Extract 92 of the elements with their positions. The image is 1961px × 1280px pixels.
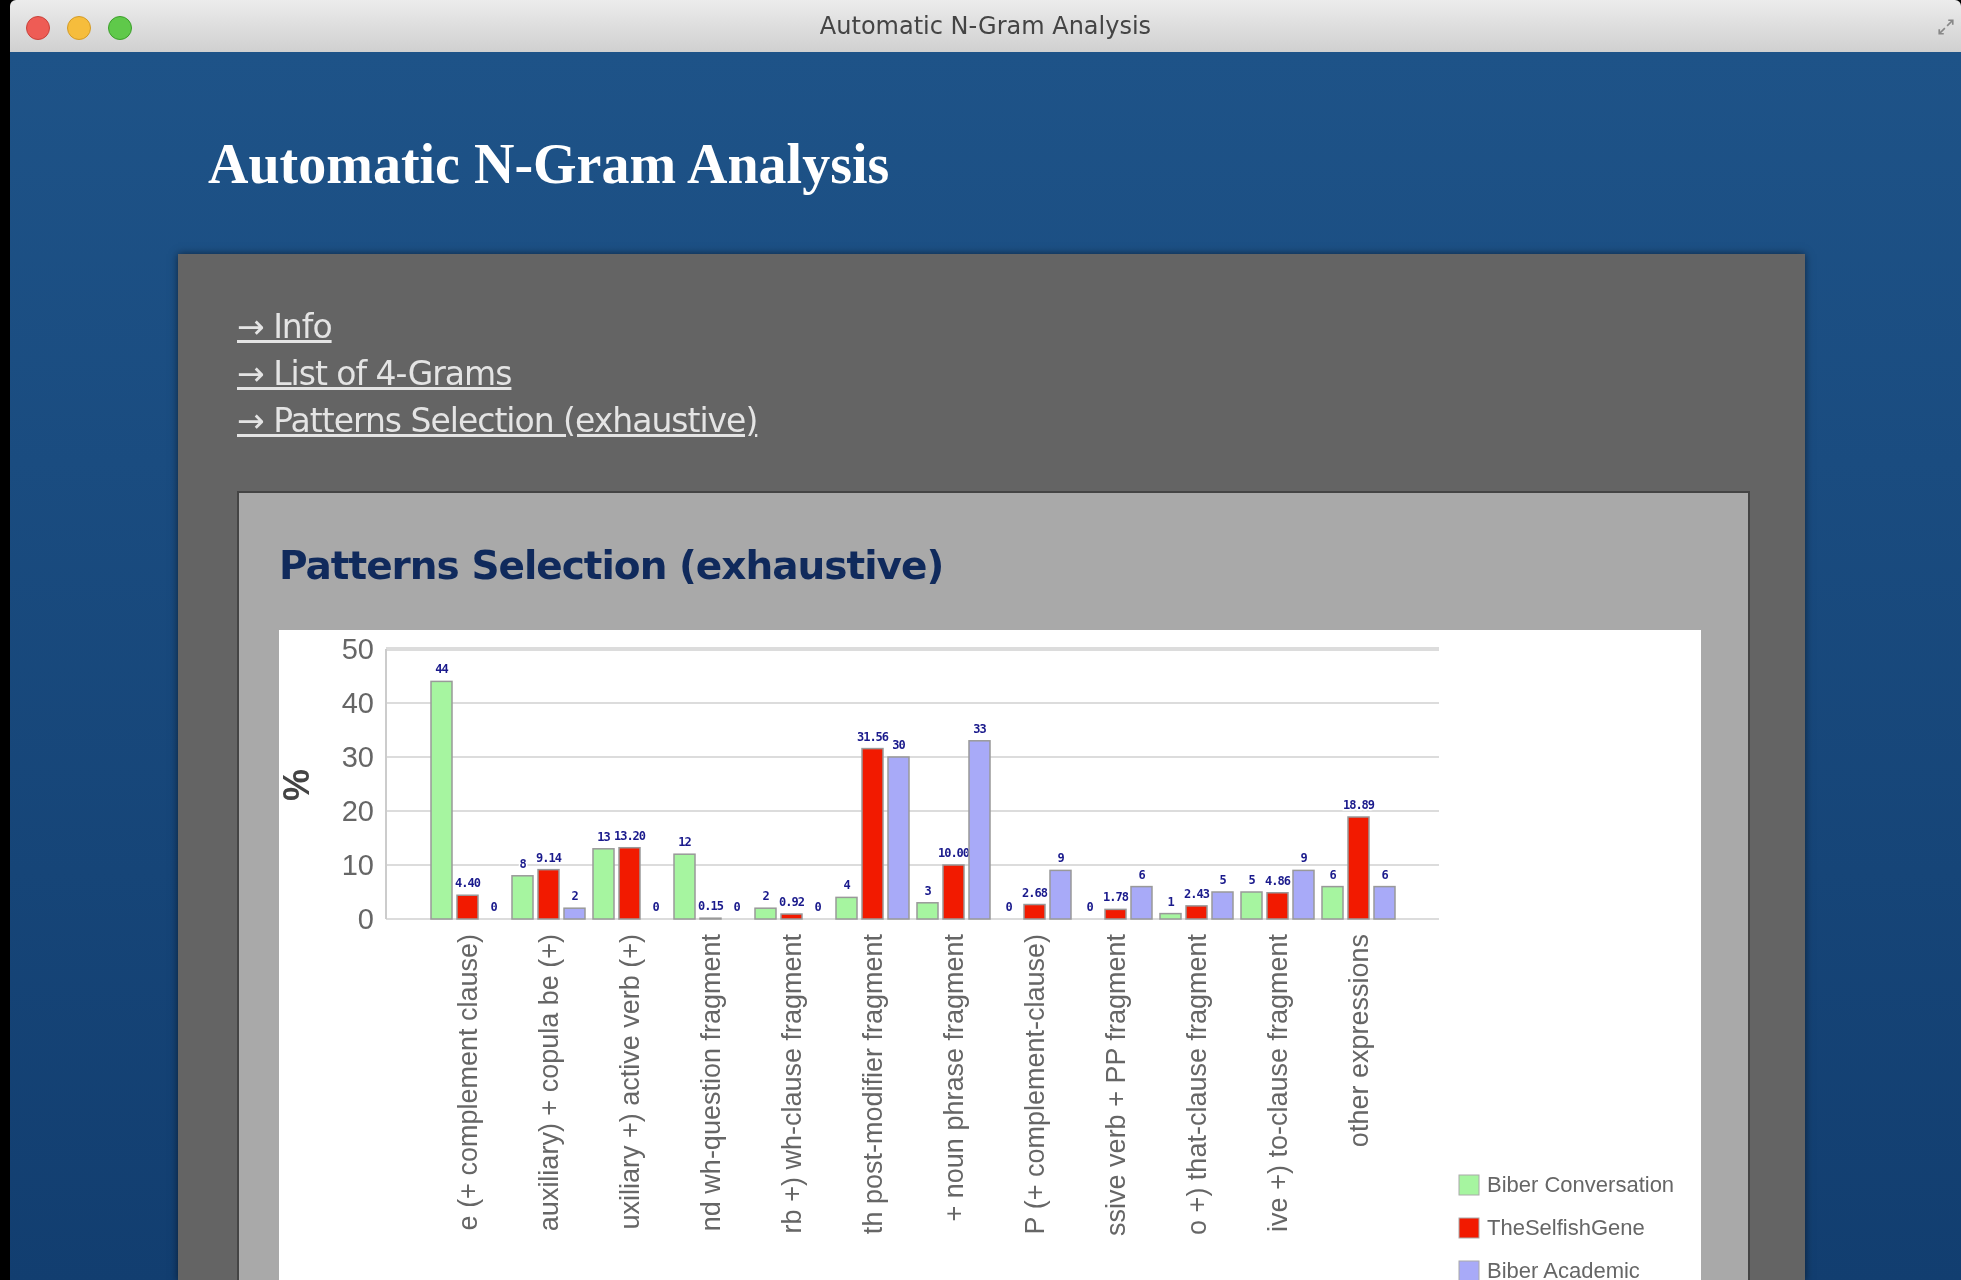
data-label: 2.68 [1022,885,1047,900]
window-title: Automatic N-Gram Analysis [819,12,1152,40]
data-label: 3 [924,883,931,898]
data-label: 9 [1300,851,1307,866]
data-label: 0.92 [779,895,804,910]
bar [780,913,803,920]
category-label: e (+ complement clause) [452,934,483,1231]
data-label: 8 [519,856,526,871]
data-label: 4 [843,878,850,893]
data-label: 6 [1329,867,1336,882]
bar [916,902,939,920]
category-label: + noun phrase fragment [938,934,969,1222]
bar [1266,892,1289,920]
data-label: 6 [1381,867,1388,882]
data-label: 0 [733,900,740,914]
y-tick-label: 0 [357,903,374,935]
data-label: 2.43 [1184,886,1209,901]
category-label: ive +) to-clause fragment [1262,934,1293,1232]
category-label: other expressions [1343,934,1374,1148]
bar [673,853,696,920]
data-label: 9.14 [536,850,561,865]
bar [1240,891,1263,920]
data-label: 33 [973,721,986,736]
bar [511,875,534,920]
data-label: 6 [1138,867,1145,882]
bar [754,907,777,920]
data-label: 2 [571,889,578,904]
data-label: 30 [892,738,905,752]
bar [1159,912,1182,920]
data-label: 13.20 [613,828,646,843]
y-tick-label: 10 [341,849,374,881]
data-label: 5 [1219,873,1226,887]
data-label: 31.56 [856,729,889,744]
bar [456,894,479,920]
category-label: auxiliary) + copula be (+) [533,934,564,1232]
bar [1292,869,1315,920]
data-label: 10.00 [937,846,970,860]
data-label: 9 [1057,851,1064,866]
y-tick-label: 30 [341,741,374,773]
bar [835,896,858,920]
legend-label: TheSelfishGene [1487,1215,1645,1240]
bar [699,917,722,920]
data-label: 0 [490,900,497,914]
nav-link[interactable]: → List of 4-Grams [237,353,512,394]
category-label: uxiliary +) active verb (+) [614,934,645,1230]
bar [1049,869,1072,920]
category-label: nd wh-question fragment [695,934,726,1232]
bar [537,868,560,920]
data-label: 4.86 [1265,873,1290,888]
data-label: 1.78 [1103,890,1128,905]
data-label: 0 [1005,900,1012,914]
data-label: 5 [1248,873,1255,887]
y-tick-label: 50 [341,633,374,665]
category-label: rb +) wh-clause fragment [776,934,807,1234]
data-label: 1 [1167,894,1174,909]
data-label: 18.89 [1342,798,1375,812]
data-label: 0.15 [698,899,723,914]
category-label: th post-modifier fragment [857,934,888,1235]
bar [942,864,965,920]
data-label: 2 [762,889,769,904]
close-button[interactable] [26,16,50,40]
bar [592,848,615,920]
data-label: 12 [678,835,691,850]
data-label: 4.40 [455,876,480,891]
bar [1130,885,1153,920]
data-label: 0 [1086,900,1093,914]
bar [1023,903,1046,920]
bar [1104,908,1127,920]
bar [563,907,586,920]
y-tick-label: 20 [341,795,374,827]
zoom-button[interactable] [108,16,132,40]
section-title: Patterns Selection (exhaustive) [279,543,945,588]
category-label: P (+ complement-clause) [1019,934,1050,1235]
category-label: ssive verb + PP fragment [1100,934,1131,1236]
nav-link[interactable]: → Patterns Selection (exhaustive) [237,400,758,441]
page-heading: Automatic N-Gram Analysis [208,132,891,197]
data-label: 44 [435,662,448,677]
bar [1211,891,1234,920]
y-tick-label: 40 [341,687,374,719]
legend-label: Biber Conversation [1487,1172,1675,1197]
category-label: o +) that-clause fragment [1181,934,1212,1235]
bar [1185,905,1208,920]
bar [1321,885,1344,920]
bar [1373,885,1396,920]
data-label: 13 [597,829,610,844]
legend-label: Biber Academic [1487,1258,1640,1280]
data-label: 0 [652,900,659,914]
nav-link[interactable]: → Info [237,306,332,347]
data-label: 0 [814,900,821,914]
minimize-button[interactable] [67,16,91,40]
y-axis-label: % [279,769,317,801]
fullscreen-icon[interactable] [1937,18,1955,36]
